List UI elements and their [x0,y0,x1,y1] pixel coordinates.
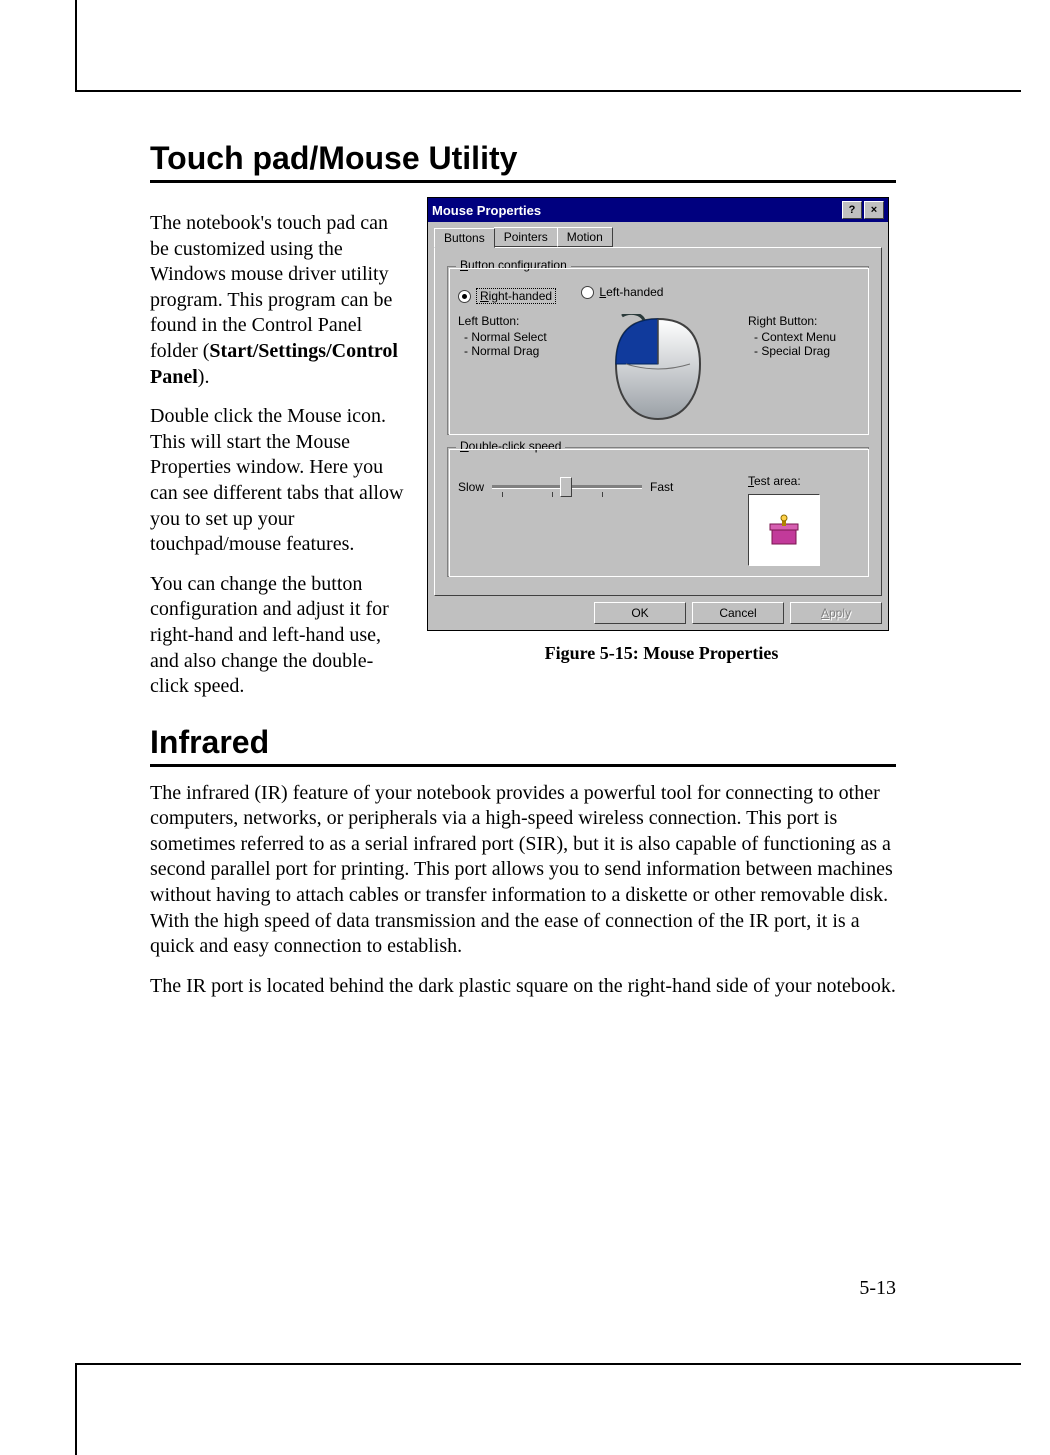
group-speed-rest: ouble-click speed [469,439,562,453]
tab-strip: Buttons Pointers Motion [434,227,882,247]
apply-button: Apply [790,602,882,624]
right-button-hdr: Right Button: [748,314,858,328]
right-button-item-2: - Special Drag [754,344,858,358]
page-number: 5-13 [859,1277,896,1300]
heading-touchpad: Touch pad/Mouse Utility [150,140,896,183]
group-label-button-config: Button configuration [456,258,571,272]
test-area: Test area: [748,474,858,566]
ok-button[interactable]: OK [594,602,686,624]
test-area-label: Test area: [748,474,858,488]
apply-rest: pply [829,606,851,620]
test-area-rest: est area: [754,474,801,488]
tab-motion[interactable]: Motion [557,227,613,247]
help-button[interactable]: ? [842,201,862,219]
double-click-speed-slider[interactable]: Slow Fast [458,474,673,500]
infrared-para-2: The IR port is located behind the dark p… [150,974,896,1000]
jack-in-box-icon [764,510,804,550]
crop-mark-top-v [75,0,77,92]
help-icon: ? [849,204,856,216]
tab-buttons[interactable]: Buttons [434,228,495,248]
left-button-item-1: - Normal Select [464,330,568,344]
radio-right-handed[interactable]: Right-handed [458,288,556,304]
group-button-configuration: Button configuration Right-handed Left-h… [447,266,869,435]
radio-right-rest: ight-handed [489,289,552,303]
close-icon: × [871,204,877,216]
mouse-properties-dialog: Mouse Properties ? × Buttons Pointers Mo… [427,197,889,631]
crop-mark-bottom-v [75,1363,77,1455]
left-button-description: Left Button: - Normal Select - Normal Dr… [458,314,568,358]
slider-label-slow: Slow [458,480,484,494]
close-button[interactable]: × [864,201,884,219]
infrared-para-1: The infrared (IR) feature of your notebo… [150,781,896,960]
radio-left-handed[interactable]: Left-handed [581,285,663,299]
cancel-button[interactable]: Cancel [692,602,784,624]
radio-left-rest: eft-handed [606,285,663,299]
tab-panel-buttons: Button configuration Right-handed Left-h… [434,247,882,596]
mouse-illustration [588,314,728,424]
radio-right-label: Right-handed [476,288,556,304]
figure-caption: Figure 5-15: Mouse Properties [427,643,896,664]
group-double-click-speed: Double-click speed Slow [447,447,869,577]
apply-accel: A [821,606,829,620]
slider-label-fast: Fast [650,480,673,494]
test-area-box[interactable] [748,494,820,566]
crop-mark-top-h [75,90,1021,92]
touchpad-para-1: The notebook's touch pad can be customiz… [150,211,405,390]
slider-thumb[interactable] [560,477,572,497]
mouse-icon [598,314,718,424]
dialog-titlebar[interactable]: Mouse Properties ? × [428,198,888,222]
left-button-hdr: Left Button: [458,314,568,328]
touchpad-para-2: Double click the Mouse icon. This will s… [150,404,405,558]
radio-left-label: Left-handed [599,285,663,299]
group-label-accel: B [460,258,468,272]
slider-track[interactable] [492,474,642,500]
dialog-button-row: OK Cancel Apply [428,602,882,624]
right-button-description: Right Button: - Context Menu - Special D… [748,314,858,358]
touchpad-para-3: You can change the button configuration … [150,572,405,700]
heading-infrared: Infrared [150,724,896,767]
radio-dot-unselected-icon [581,286,594,299]
left-button-item-2: - Normal Drag [464,344,568,358]
radio-dot-selected-icon [458,290,471,303]
radio-right-accel: R [480,289,489,303]
group-speed-accel: D [460,439,469,453]
dialog-title: Mouse Properties [432,203,541,218]
group-label-speed: Double-click speed [456,439,565,453]
group-label-rest: utton configuration [468,258,567,272]
tab-pointers[interactable]: Pointers [494,227,558,247]
right-button-item-1: - Context Menu [754,330,858,344]
crop-mark-bottom-h [75,1363,1021,1365]
touchpad-p1-c: ). [198,366,210,388]
